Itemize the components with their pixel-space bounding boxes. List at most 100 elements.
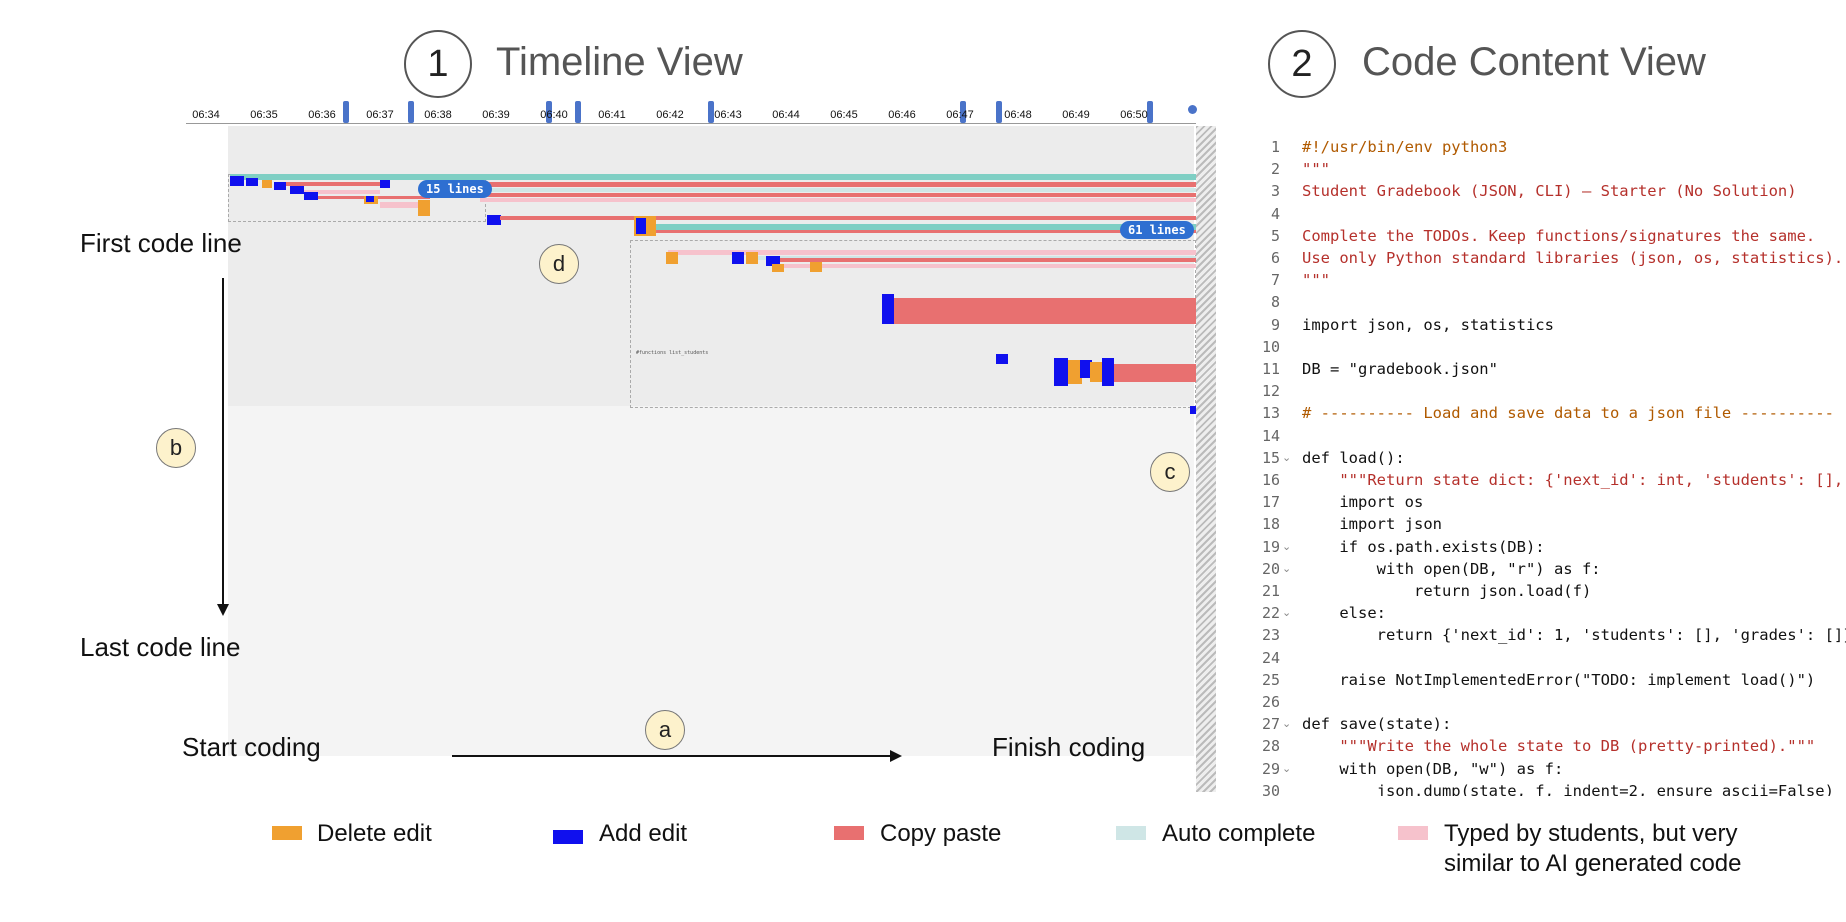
edit-marker[interactable]	[575, 101, 581, 123]
code-line[interactable]: 5 Complete the TODOs. Keep functions/sign…	[1216, 225, 1846, 247]
line-number: 28	[1261, 737, 1280, 756]
tick-label: 06:39	[482, 109, 510, 121]
code-line[interactable]: 8	[1216, 291, 1846, 313]
code-editor[interactable]: 1 #!/usr/bin/env python3 2 """ 3 Student Grad…	[1216, 130, 1846, 796]
add-edit-bar[interactable]	[732, 252, 744, 264]
timeline-scroll-strip[interactable]	[1196, 126, 1216, 792]
delete-edit-bar[interactable]	[746, 252, 758, 264]
code-line[interactable]: 12	[1216, 380, 1846, 402]
line-number: 15	[1261, 448, 1280, 467]
code-line[interactable]: 7 """	[1216, 269, 1846, 291]
line-number: 21	[1261, 582, 1280, 600]
code-line[interactable]: 17 import os	[1216, 491, 1846, 513]
code-line[interactable]: 1 #!/usr/bin/env python3	[1216, 136, 1846, 158]
fold-chevron-icon[interactable]: ⌄	[1282, 602, 1291, 624]
collapsed-lines-pill[interactable]: 61 lines	[1120, 221, 1194, 239]
code-line[interactable]: 23 return {'next_id': 1, 'students': [],…	[1216, 624, 1846, 646]
code-text: import json, os, statistics	[1302, 315, 1554, 334]
code-line[interactable]: 22 ⌄ else:	[1216, 602, 1846, 624]
auto-complete-bar[interactable]	[230, 174, 1196, 180]
code-line[interactable]: 20 ⌄ with open(DB, "r") as f:	[1216, 558, 1846, 580]
add-edit-bar[interactable]	[1102, 358, 1114, 386]
code-line[interactable]: 11 DB = "gradebook.json"	[1216, 358, 1846, 380]
badge-a-text: a	[658, 717, 672, 742]
copy-paste-bar[interactable]	[892, 298, 1196, 324]
code-text: return {'next_id': 1, 'students': [], 'g…	[1302, 626, 1846, 645]
edit-marker[interactable]	[1147, 101, 1153, 123]
edit-marker[interactable]	[408, 101, 414, 123]
code-line[interactable]: 2 """	[1216, 158, 1846, 180]
code-line[interactable]: 9 import json, os, statistics	[1216, 314, 1846, 336]
code-line[interactable]: 3 Student Gradebook (JSON, CLI) — Starter…	[1216, 180, 1846, 202]
code-line[interactable]: 15 ⌄ def load():	[1216, 447, 1846, 469]
delete-edit-bar[interactable]	[666, 252, 678, 264]
line-number: 30	[1261, 781, 1280, 796]
line-number: 17	[1261, 493, 1280, 512]
delete-edit-bar[interactable]	[1090, 362, 1102, 382]
add-edit-bar[interactable]	[304, 192, 318, 200]
collapsed-lines-pill[interactable]: 15 lines	[418, 180, 492, 198]
add-edit-bar[interactable]	[246, 178, 258, 186]
code-line[interactable]: 16 """Return state dict: {'next_id': int…	[1216, 469, 1846, 491]
add-edit-bar[interactable]	[487, 215, 501, 225]
code-line[interactable]: 28 """Write the whole state to DB (prett…	[1216, 735, 1846, 757]
edit-marker[interactable]	[343, 101, 349, 123]
add-edit-bar[interactable]	[230, 176, 244, 186]
delete-edit-bar[interactable]	[810, 262, 822, 272]
add-edit-bar[interactable]	[996, 354, 1008, 364]
timeline-section-title: Timeline View	[496, 40, 743, 84]
add-edit-bar[interactable]	[1054, 358, 1068, 386]
copy-paste-bar[interactable]	[770, 258, 1196, 262]
code-line[interactable]: 24	[1216, 647, 1846, 669]
fold-chevron-icon[interactable]: ⌄	[1282, 758, 1291, 780]
line-number: 10	[1261, 337, 1280, 356]
fold-chevron-icon[interactable]: ⌄	[1282, 558, 1291, 580]
auto-complete-bar[interactable]	[480, 188, 1196, 192]
badge-b: b	[156, 428, 196, 468]
code-line[interactable]: 27 ⌄ def save(state):	[1216, 713, 1846, 735]
code-line[interactable]: 14	[1216, 425, 1846, 447]
playhead-marker[interactable]	[1188, 105, 1197, 114]
copy-paste-bar[interactable]	[480, 182, 1196, 187]
code-line[interactable]: 18 import json	[1216, 513, 1846, 535]
code-line[interactable]: 13 # ---------- Load and save data to a j…	[1216, 402, 1846, 424]
add-edit-bar[interactable]	[882, 294, 894, 324]
add-edit-bar[interactable]	[636, 218, 646, 234]
add-edit-bar[interactable]	[380, 180, 390, 188]
code-line[interactable]: 26	[1216, 691, 1846, 713]
legend-label-delete: Delete edit	[317, 820, 432, 847]
ai-similar-bar[interactable]	[780, 264, 1196, 268]
code-line[interactable]: 25 raise NotImplementedError("TODO: impl…	[1216, 669, 1846, 691]
timeline-ruler[interactable]: 06:34 06:35 06:36 06:37 06:38 06:39 06:4…	[186, 95, 1197, 124]
edit-marker[interactable]	[708, 101, 714, 123]
fold-chevron-icon[interactable]: ⌄	[1282, 447, 1291, 469]
code-line[interactable]: 21 return json.load(f)	[1216, 580, 1846, 602]
code-line[interactable]: 30 json.dump(state, f, indent=2, ensure_…	[1216, 780, 1846, 796]
tick-label: 06:38	[424, 109, 452, 121]
code-line[interactable]: 6 Use only Python standard libraries (jso…	[1216, 247, 1846, 269]
code-text: with open(DB, "w") as f:	[1302, 759, 1564, 778]
tick-label: 06:37	[366, 109, 394, 121]
add-edit-bar[interactable]	[274, 182, 286, 190]
copy-paste-bar[interactable]	[500, 216, 1196, 220]
ai-similar-bar[interactable]	[480, 198, 1196, 202]
copy-paste-bar[interactable]	[652, 230, 1196, 233]
code-line[interactable]: 4	[1216, 203, 1846, 225]
fold-chevron-icon[interactable]: ⌄	[1282, 713, 1291, 735]
add-edit-bar[interactable]	[366, 196, 374, 202]
legend-label-auto-complete: Auto complete	[1162, 820, 1316, 847]
badge-c: c	[1150, 452, 1190, 492]
edit-marker[interactable]	[996, 101, 1002, 123]
code-line[interactable]: 29 ⌄ with open(DB, "w") as f:	[1216, 758, 1846, 780]
delete-edit-bar[interactable]	[418, 200, 430, 216]
code-text: """	[1302, 271, 1330, 290]
ai-similar-bar[interactable]	[380, 202, 420, 208]
copy-paste-bar[interactable]	[480, 193, 1196, 197]
copy-paste-bar[interactable]	[1100, 364, 1196, 382]
fold-chevron-icon[interactable]: ⌄	[1282, 536, 1291, 558]
delete-edit-bar[interactable]	[772, 264, 784, 272]
add-edit-bar[interactable]	[290, 186, 304, 194]
delete-edit-bar[interactable]	[262, 180, 272, 188]
code-line[interactable]: 19 ⌄ if os.path.exists(DB):	[1216, 536, 1846, 558]
code-line[interactable]: 10	[1216, 336, 1846, 358]
